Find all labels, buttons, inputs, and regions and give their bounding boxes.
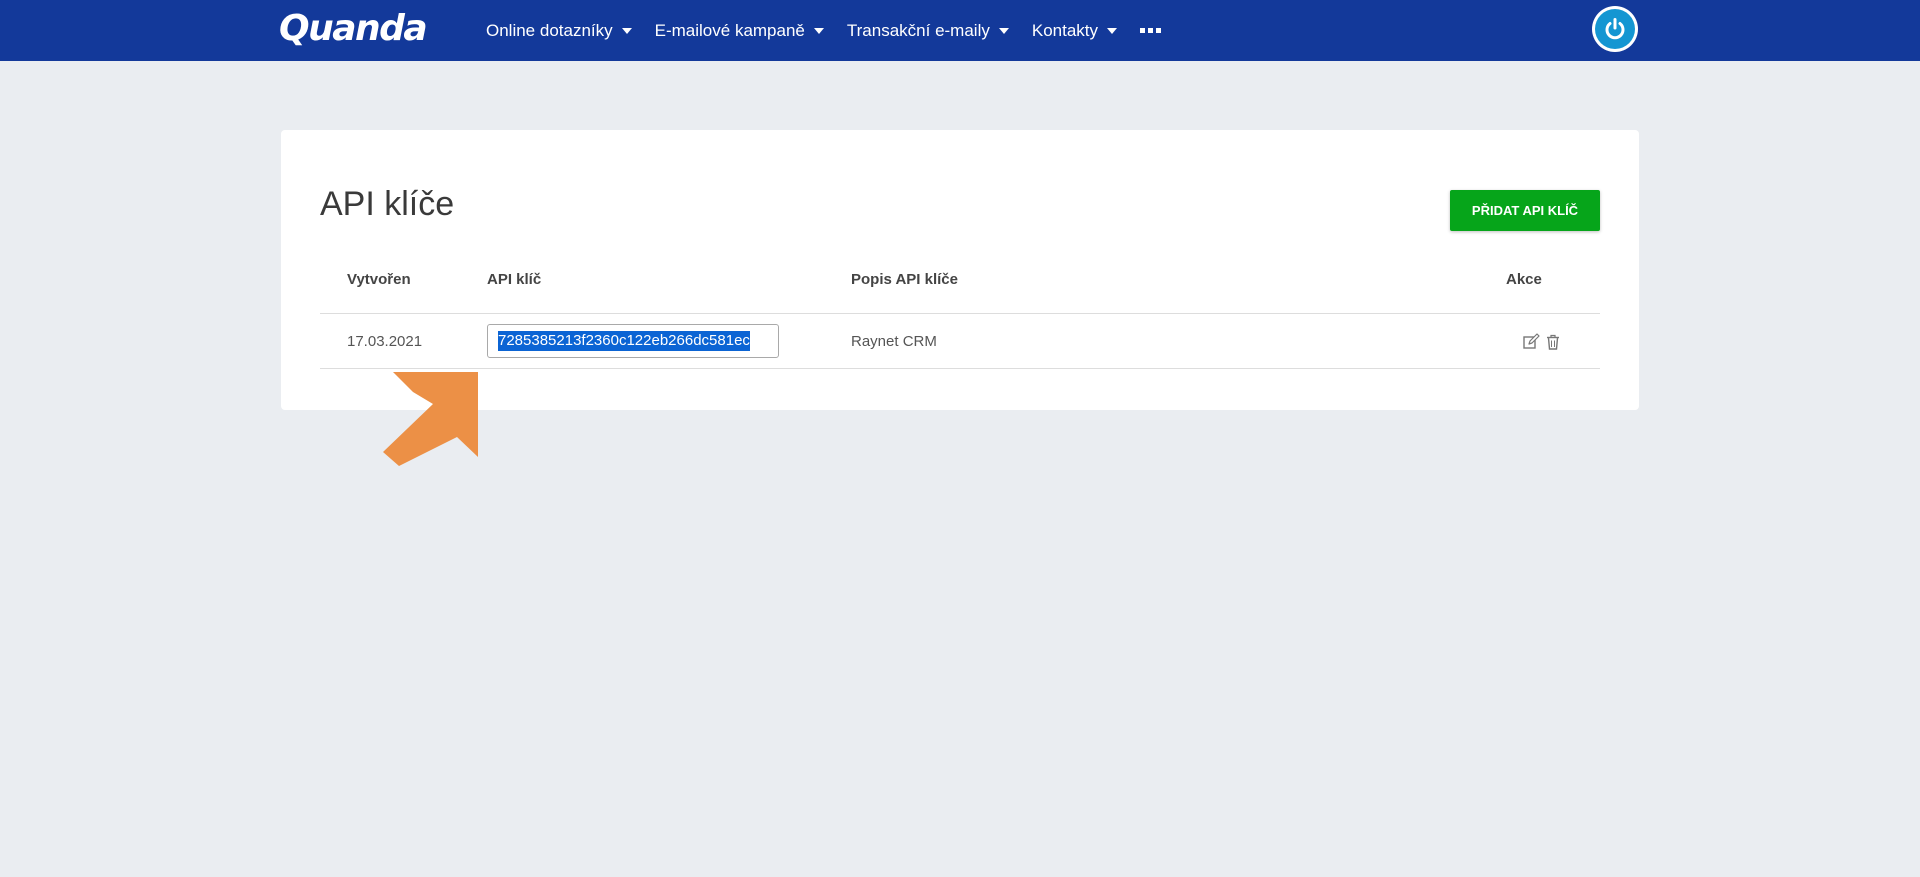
chevron-down-icon <box>1107 28 1118 34</box>
power-button[interactable] <box>1592 6 1638 52</box>
header-divider <box>320 313 1600 314</box>
nav-transakcni-emaily[interactable]: Transakční e-maily <box>847 21 1009 41</box>
nav-kontakty[interactable]: Kontakty <box>1031 20 1118 41</box>
column-header-description: Popis API klíče <box>851 271 958 288</box>
row-divider <box>320 368 1600 369</box>
quanda-logo[interactable]: Quanda <box>279 7 428 51</box>
main-menu: Online dotazníky E-mailové kampaně Trans… <box>486 0 1162 61</box>
add-api-key-button[interactable]: PŘIDAT API KLÍČ <box>1450 190 1600 231</box>
created-date: 17.03.2021 <box>347 333 423 350</box>
nav-online-dotazniky[interactable]: Online dotazníky <box>486 21 632 41</box>
api-key-field[interactable]: 7285385213f2360c122eb266dc581ec <box>487 324 779 358</box>
column-header-created: Vytvořen <box>347 271 411 288</box>
chevron-down-icon <box>621 28 632 34</box>
column-header-api-key: API klíč <box>487 271 542 288</box>
power-icon <box>1595 9 1635 49</box>
nav-emailove-kampane[interactable]: E-mailové kampaně <box>655 21 824 41</box>
nav-label: E-mailové kampaně <box>654 20 805 40</box>
nav-label: Online dotazníky <box>486 20 613 40</box>
arrow-pointer-icon <box>383 372 478 466</box>
more-dots-icon[interactable] <box>1140 24 1162 37</box>
api-key-description: Raynet CRM <box>851 333 937 350</box>
delete-icon[interactable] <box>1544 333 1562 351</box>
chevron-down-icon <box>813 28 824 34</box>
row-actions <box>1522 333 1562 351</box>
nav-label: Kontakty <box>1031 20 1099 40</box>
nav-label: Transakční e-maily <box>846 20 990 40</box>
api-key-value[interactable]: 7285385213f2360c122eb266dc581ec <box>498 331 750 351</box>
edit-icon[interactable] <box>1522 333 1540 351</box>
page-title: API klíče <box>320 185 455 223</box>
top-navigation-bar: Quanda Online dotazníky E-mailové kampan… <box>0 0 1920 61</box>
chevron-down-icon <box>998 28 1009 34</box>
column-header-actions: Akce <box>1506 271 1542 288</box>
api-keys-card: API klíče PŘIDAT API KLÍČ Vytvořen API k… <box>281 130 1639 410</box>
